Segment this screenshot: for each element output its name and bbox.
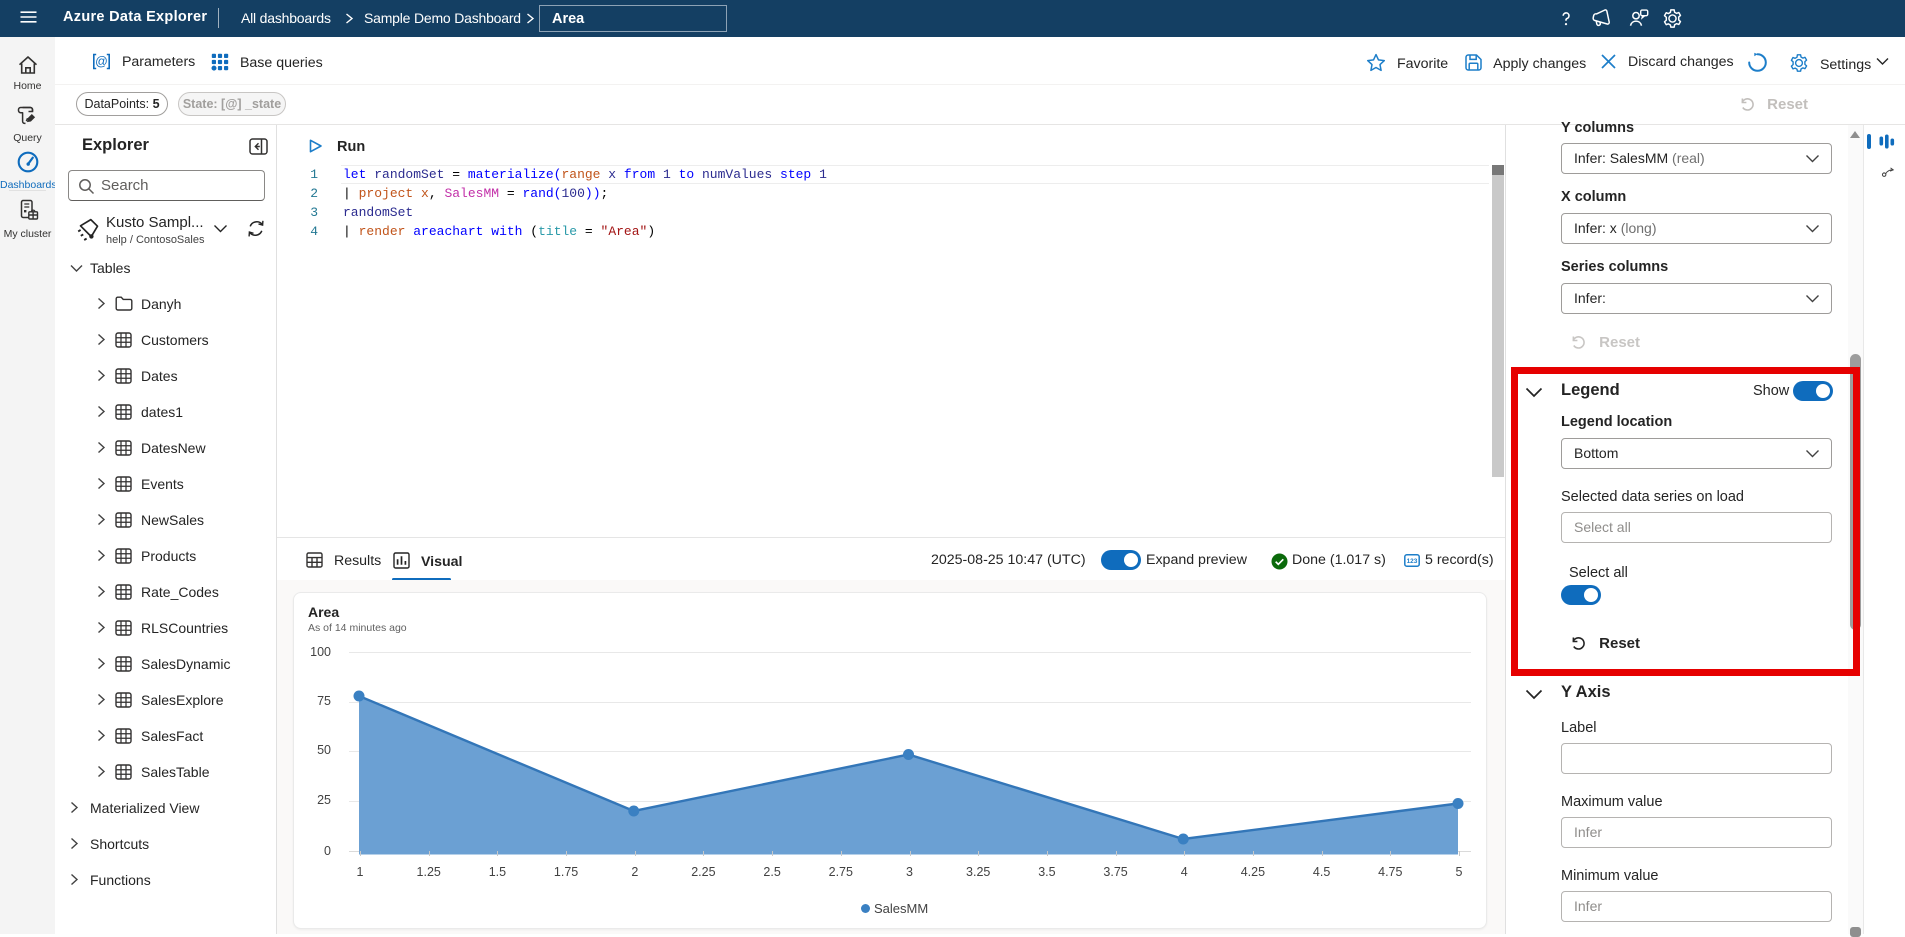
svg-text:123: 123: [1407, 558, 1418, 565]
svg-text:@: @: [95, 55, 108, 69]
